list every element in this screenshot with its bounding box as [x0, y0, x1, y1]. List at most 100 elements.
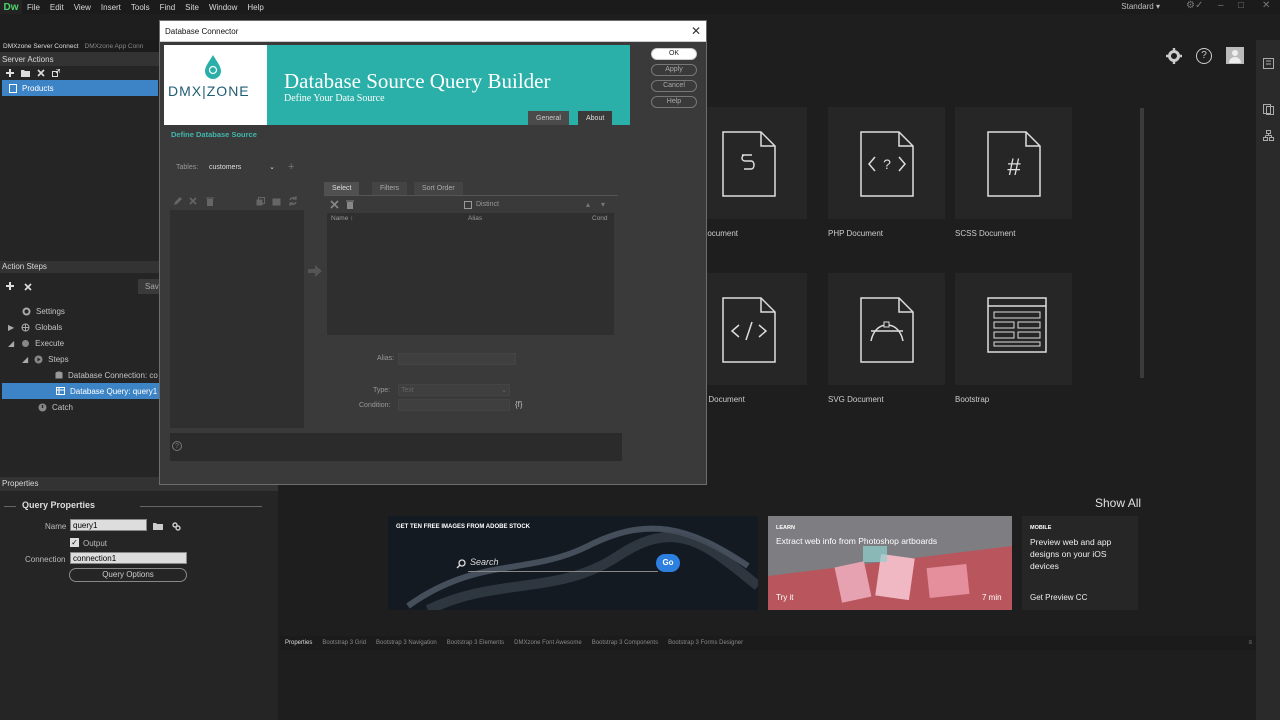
- remove-icon[interactable]: [189, 197, 197, 205]
- column-header-cond[interactable]: Cond: [592, 215, 608, 222]
- dom-panel-icon[interactable]: [1263, 130, 1274, 141]
- condition-input[interactable]: [398, 399, 510, 411]
- alias-input[interactable]: [398, 353, 516, 365]
- remove-step-icon[interactable]: [24, 283, 32, 291]
- files-panel-icon[interactable]: [1263, 58, 1274, 69]
- query-options-button[interactable]: Query Options: [69, 568, 187, 582]
- copy-icon[interactable]: [256, 197, 265, 206]
- collapse-icon[interactable]: ◢: [8, 339, 14, 348]
- minimize-icon[interactable]: –: [1218, 0, 1224, 11]
- folder-icon[interactable]: [21, 69, 30, 77]
- show-all-link[interactable]: Show All: [1095, 496, 1141, 510]
- tab-dmxzone-font-awesome[interactable]: DMXzone Font Awesome: [509, 640, 587, 646]
- cards-scrollbar[interactable]: [1140, 108, 1144, 378]
- menu-view[interactable]: View: [69, 3, 96, 12]
- connection-input[interactable]: [70, 552, 187, 564]
- tab-bootstrap-components[interactable]: Bootstrap 3 Components: [587, 640, 663, 646]
- settings-icon[interactable]: [1166, 48, 1182, 64]
- step-steps[interactable]: ◢ Steps: [0, 351, 160, 367]
- cancel-button[interactable]: Cancel: [651, 80, 697, 92]
- tab-general[interactable]: General: [528, 111, 569, 125]
- collapse-icon[interactable]: ◢: [22, 355, 28, 364]
- type-select[interactable]: Text ⌄: [398, 384, 510, 396]
- table-fields-list[interactable]: [170, 210, 304, 428]
- expand-icon[interactable]: ▶: [8, 323, 14, 332]
- workspace-switcher[interactable]: Standard ▾: [1121, 2, 1160, 11]
- tab-properties[interactable]: Properties: [280, 640, 317, 646]
- subtab-select[interactable]: Select: [324, 182, 360, 195]
- delete-icon[interactable]: [37, 69, 45, 77]
- condition-function-icon[interactable]: {f}: [515, 400, 523, 409]
- add-field-arrow-icon[interactable]: [308, 265, 322, 277]
- panel-menu-icon[interactable]: ≡: [1243, 640, 1256, 646]
- apply-button[interactable]: Apply: [651, 64, 697, 76]
- close-icon[interactable]: ✕: [691, 24, 701, 38]
- tab-bootstrap-grid[interactable]: Bootstrap 3 Grid: [317, 640, 371, 646]
- promo-mobile[interactable]: MOBILE Preview web and app designs on yo…: [1022, 516, 1138, 610]
- column-header-alias[interactable]: Alias: [468, 215, 482, 222]
- promo-learn-link[interactable]: Try it: [776, 593, 793, 602]
- trash-icon[interactable]: [206, 197, 214, 206]
- sync-settings-icon[interactable]: ⚙✓: [1186, 0, 1203, 11]
- info-icon[interactable]: ?: [172, 441, 182, 451]
- card-scss-document[interactable]: # SCSS Document: [955, 107, 1072, 238]
- stock-go-button[interactable]: Go: [656, 554, 680, 572]
- tables-select[interactable]: customers ⌄: [206, 161, 278, 173]
- promo-adobe-stock[interactable]: GET TEN FREE IMAGES FROM ADOBE STOCK Sea…: [388, 516, 758, 610]
- menu-insert[interactable]: Insert: [96, 3, 126, 12]
- step-settings[interactable]: Settings: [0, 303, 160, 319]
- step-catch[interactable]: Catch: [0, 399, 160, 415]
- help-button[interactable]: Help: [651, 96, 697, 108]
- card-bootstrap[interactable]: Bootstrap: [955, 273, 1072, 404]
- step-database-connection[interactable]: Database Connection: co: [0, 367, 160, 383]
- remove-column-icon[interactable]: [330, 200, 339, 209]
- menu-find[interactable]: Find: [155, 3, 181, 12]
- help-icon[interactable]: ?: [1196, 48, 1212, 64]
- promo-learn[interactable]: LEARN Extract web info from Photoshop ar…: [768, 516, 1012, 610]
- add-table-icon[interactable]: +: [288, 161, 294, 173]
- move-up-icon[interactable]: ▴: [586, 200, 590, 209]
- tab-bootstrap-forms-designer[interactable]: Bootstrap 3 Forms Designer: [663, 640, 748, 646]
- tab-bootstrap-navigation[interactable]: Bootstrap 3 Navigation: [371, 640, 442, 646]
- paste-icon[interactable]: [272, 197, 281, 206]
- distinct-checkbox[interactable]: [464, 201, 472, 209]
- snippets-panel-icon[interactable]: [1263, 104, 1274, 115]
- menu-file[interactable]: File: [22, 3, 45, 12]
- server-action-item-products[interactable]: Products: [2, 80, 158, 96]
- menu-edit[interactable]: Edit: [45, 3, 69, 12]
- move-down-icon[interactable]: ▾: [601, 200, 605, 209]
- ok-button[interactable]: OK: [651, 48, 697, 60]
- folder-browse-icon[interactable]: [153, 522, 163, 530]
- menu-help[interactable]: Help: [242, 3, 268, 12]
- card-xml-document[interactable]: XML Document: [690, 273, 807, 404]
- step-globals[interactable]: ▶ Globals: [0, 319, 160, 335]
- name-input[interactable]: [70, 519, 147, 531]
- tab-app-connect[interactable]: DMXzone App Conn: [82, 43, 147, 50]
- refresh-icon[interactable]: [288, 196, 298, 206]
- columns-grid[interactable]: Name ↑ Alias Cond: [327, 213, 614, 335]
- subtab-filters[interactable]: Filters: [372, 182, 408, 195]
- save-button[interactable]: Sav: [138, 279, 160, 294]
- link-icon[interactable]: [172, 522, 181, 531]
- tab-server-connect[interactable]: DMXzone Server Connect: [0, 43, 82, 50]
- card-svg-document[interactable]: SVG Document: [828, 273, 945, 404]
- user-avatar[interactable]: [1226, 47, 1244, 64]
- column-header-name[interactable]: Name ↑: [331, 215, 353, 222]
- menu-window[interactable]: Window: [204, 3, 242, 12]
- card-php-document[interactable]: ? PHP Document: [828, 107, 945, 238]
- stock-search-input[interactable]: Search: [470, 557, 499, 567]
- step-database-query[interactable]: Database Query: query1: [2, 383, 160, 399]
- clear-columns-icon[interactable]: [346, 200, 354, 209]
- add-icon[interactable]: [6, 69, 14, 77]
- subtab-sort-order[interactable]: Sort Order: [414, 182, 463, 195]
- tab-about[interactable]: About: [578, 111, 613, 125]
- menu-site[interactable]: Site: [180, 3, 204, 12]
- card-js-document[interactable]: JS Document: [690, 107, 807, 238]
- maximize-icon[interactable]: □: [1238, 0, 1244, 11]
- add-step-icon[interactable]: [6, 282, 14, 290]
- open-external-icon[interactable]: [52, 69, 60, 77]
- close-window-icon[interactable]: ✕: [1262, 0, 1270, 11]
- edit-icon[interactable]: [173, 197, 182, 206]
- step-execute[interactable]: ◢ Execute: [0, 335, 160, 351]
- promo-mobile-link[interactable]: Get Preview CC: [1030, 593, 1087, 602]
